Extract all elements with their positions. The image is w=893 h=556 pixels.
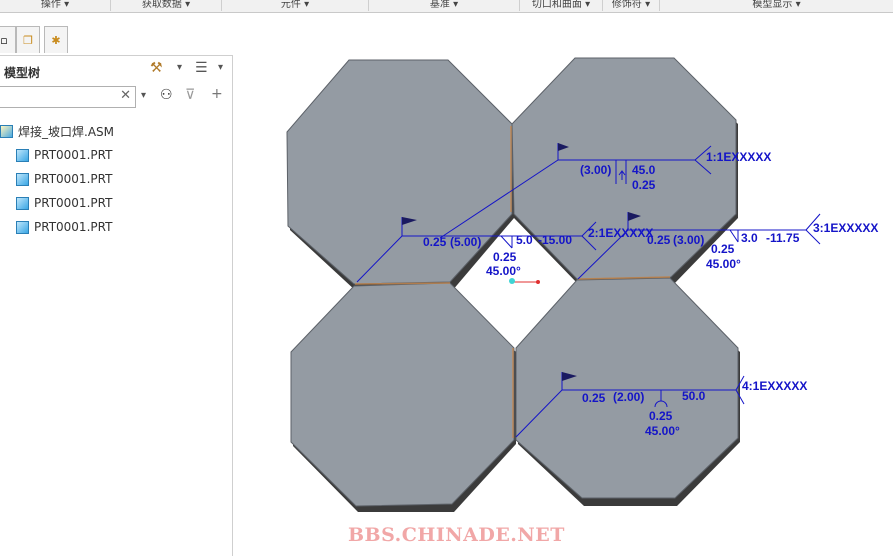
weld2-dim-e: 0.25 [493,250,517,264]
weld3-dim-d: -11.75 [766,231,800,245]
weld4-dim-a: 0.25 [582,391,606,405]
plate-bottom-left[interactable] [290,282,515,507]
weld2-dim-c: 5.0 [516,233,533,247]
weld3-dim-a: 0.25 [647,233,671,247]
model-view[interactable]: (3.00) 45.0 0.25 1:1EXXXXX 0.25 (5.00) 5… [0,0,893,555]
weld1-dim-c: 0.25 [632,178,656,192]
weld1-dim-a: (3.00) [580,163,611,177]
weld2-dim-b: (5.00) [450,235,481,249]
weld3-dim-e: 0.25 [711,242,735,256]
weld4-dim-d: 0.25 [649,409,673,423]
weld-seam [354,282,451,285]
weld3-dim-c: 3.0 [741,231,758,245]
weld1-ref-label[interactable]: 1:1EXXXXX [706,150,771,164]
weld2-dim-d: -15.00 [538,233,572,247]
plate-top-left[interactable] [286,59,513,285]
weld4-ref-label[interactable]: 4:1EXXXXX [742,379,807,393]
weld1-dim-b: 45.0 [632,163,656,177]
weld4-dim-c: 50.0 [682,389,706,403]
weld3-ref-label[interactable]: 3:1EXXXXX [813,221,878,235]
weld4-dim-b: (2.00) [613,390,644,404]
weld3-dim-b: (3.00) [673,233,704,247]
weld2-ref-label[interactable]: 2:1EXXXXX [588,226,653,240]
plate-bottom-right[interactable] [515,277,739,499]
weld2-dim-a: 0.25 [423,235,447,249]
weld2-dim-f: 45.00° [486,264,521,278]
watermark: BBS.CHINADE.NET [348,524,565,546]
weld3-dim-f: 45.00° [706,257,741,271]
weld4-dim-e: 45.00° [645,424,680,438]
